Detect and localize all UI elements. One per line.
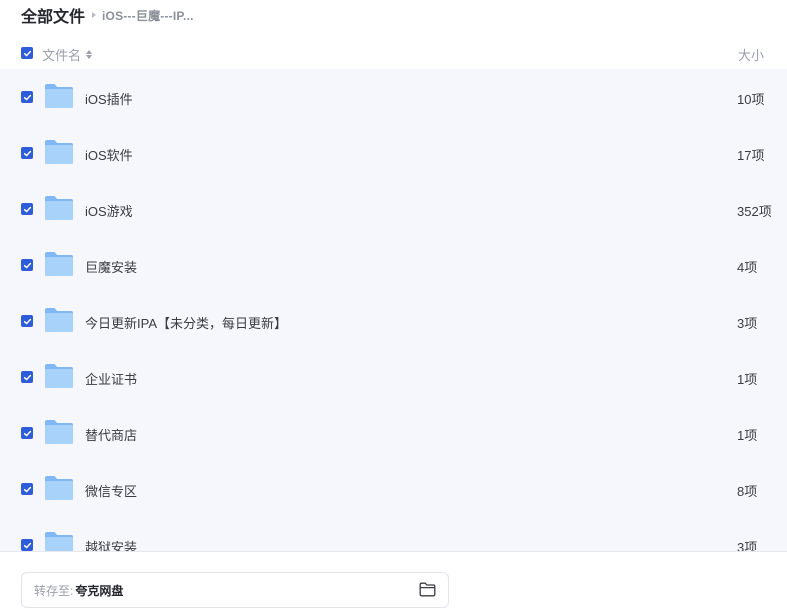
row-checkbox[interactable] bbox=[21, 91, 33, 103]
size-column-label: 大小 bbox=[737, 48, 764, 63]
checkmark-icon bbox=[23, 374, 31, 380]
breadcrumb: 全部文件 iOS---巨魔---IP... bbox=[21, 3, 194, 27]
folder-icon bbox=[44, 363, 74, 389]
select-all-checkbox[interactable] bbox=[21, 47, 33, 59]
file-save-page: 全部文件 iOS---巨魔---IP... 文件名 大小 iOS插件 10项 iOS… bbox=[0, 0, 787, 608]
file-row[interactable]: 微信专区 8项 bbox=[0, 461, 787, 517]
file-size: 8项 bbox=[737, 484, 758, 499]
row-checkbox[interactable] bbox=[21, 147, 33, 159]
file-row[interactable]: 替代商店 1项 bbox=[0, 405, 787, 461]
row-checkbox[interactable] bbox=[21, 539, 33, 551]
file-size: 17项 bbox=[737, 148, 765, 163]
file-name[interactable]: iOS插件 bbox=[85, 89, 133, 108]
checkmark-icon bbox=[23, 262, 31, 268]
checkmark-icon bbox=[23, 486, 31, 492]
file-name[interactable]: 替代商店 bbox=[85, 425, 137, 444]
folder-icon bbox=[44, 475, 74, 501]
file-row[interactable]: 越狱安装 3项 bbox=[0, 517, 787, 551]
file-row[interactable]: 企业证书 1项 bbox=[0, 349, 787, 405]
folder-outline-icon[interactable] bbox=[419, 582, 436, 597]
checkmark-icon bbox=[23, 542, 31, 548]
file-row[interactable]: 今日更新IPA【未分类，每日更新】 3项 bbox=[0, 293, 787, 349]
folder-icon bbox=[44, 531, 74, 551]
file-name[interactable]: 微信专区 bbox=[85, 481, 137, 500]
checkmark-icon bbox=[23, 150, 31, 156]
row-checkbox[interactable] bbox=[21, 427, 33, 439]
row-checkbox[interactable] bbox=[21, 315, 33, 327]
file-row[interactable]: iOS软件 17项 bbox=[0, 125, 787, 181]
breadcrumb-separator-icon bbox=[92, 12, 97, 18]
sort-icon bbox=[86, 50, 93, 59]
file-name[interactable]: 巨魔安装 bbox=[85, 257, 137, 276]
file-row[interactable]: 巨魔安装 4项 bbox=[0, 237, 787, 293]
file-size: 1项 bbox=[737, 428, 758, 443]
file-row[interactable]: iOS插件 10项 bbox=[0, 69, 787, 125]
save-destination-field[interactable]: 转存至: 夸克网盘 bbox=[21, 572, 449, 608]
file-size: 4项 bbox=[737, 260, 758, 275]
file-name[interactable]: iOS游戏 bbox=[85, 201, 133, 220]
checkmark-icon bbox=[23, 318, 31, 324]
file-size: 1项 bbox=[737, 372, 758, 387]
folder-icon bbox=[44, 83, 74, 109]
row-checkbox[interactable] bbox=[21, 483, 33, 495]
file-size: 3项 bbox=[737, 316, 758, 331]
folder-icon bbox=[44, 195, 74, 221]
sort-by-name-header[interactable]: 文件名 bbox=[42, 45, 93, 64]
checkmark-icon bbox=[23, 430, 31, 436]
file-name[interactable]: 今日更新IPA【未分类，每日更新】 bbox=[85, 313, 287, 332]
save-to-label: 转存至: bbox=[34, 583, 74, 598]
file-size: 10项 bbox=[737, 92, 765, 107]
breadcrumb-root[interactable]: 全部文件 bbox=[21, 3, 85, 27]
file-name[interactable]: 越狱安装 bbox=[85, 537, 137, 551]
bottom-bar: 转存至: 夸克网盘 bbox=[0, 551, 787, 608]
save-to-target: 夸克网盘 bbox=[75, 583, 124, 598]
file-list[interactable]: iOS插件 10项 iOS软件 17项 iOS游戏 352项巨魔安装 4项今日更新IPA【未… bbox=[0, 69, 787, 551]
file-row[interactable]: iOS游戏 352项 bbox=[0, 181, 787, 237]
checkmark-icon bbox=[23, 206, 31, 212]
file-size: 3项 bbox=[737, 540, 758, 551]
row-checkbox[interactable] bbox=[21, 371, 33, 383]
checkmark-icon bbox=[23, 94, 31, 100]
file-name[interactable]: 企业证书 bbox=[85, 369, 137, 388]
file-name[interactable]: iOS软件 bbox=[85, 145, 133, 164]
name-column-label: 文件名 bbox=[42, 48, 82, 63]
checkmark-icon bbox=[23, 50, 31, 56]
breadcrumb-current: iOS---巨魔---IP... bbox=[102, 8, 194, 23]
folder-icon bbox=[44, 419, 74, 445]
folder-icon bbox=[44, 139, 74, 165]
row-checkbox[interactable] bbox=[21, 259, 33, 271]
folder-icon bbox=[44, 251, 74, 277]
list-header: 文件名 大小 bbox=[0, 40, 787, 68]
file-size: 352项 bbox=[737, 204, 772, 219]
row-checkbox[interactable] bbox=[21, 203, 33, 215]
folder-icon bbox=[44, 307, 74, 333]
